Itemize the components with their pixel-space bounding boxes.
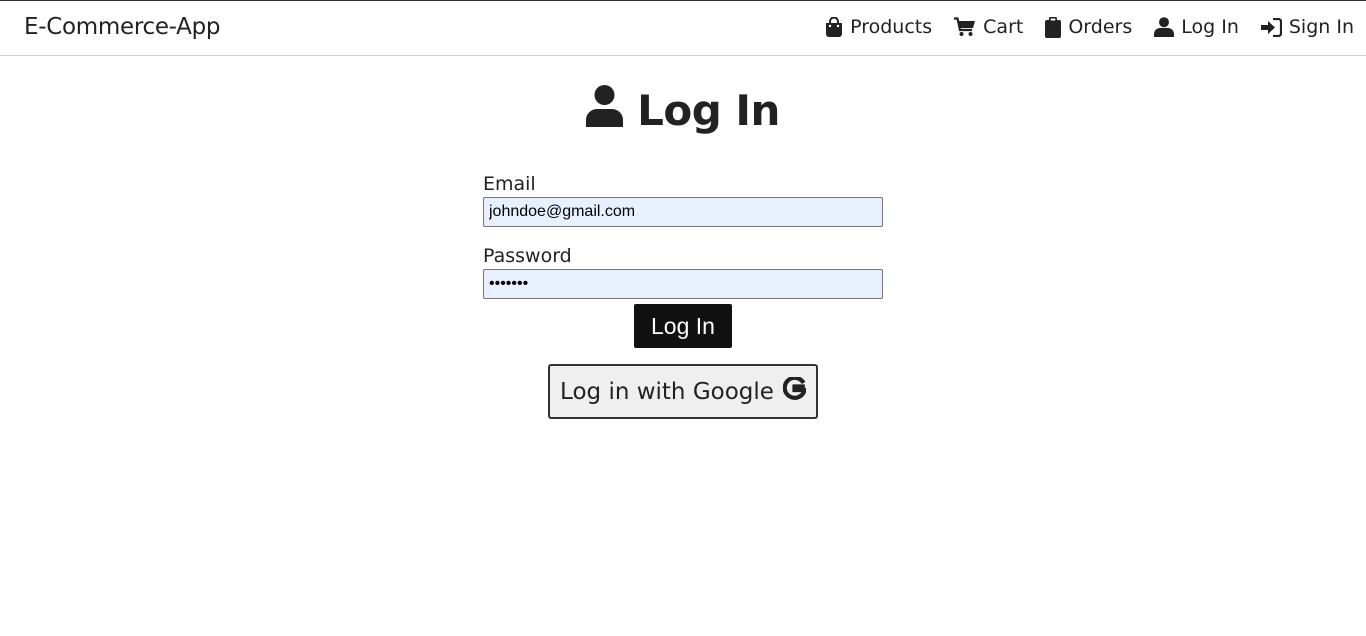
nav-link-login[interactable]: Log In — [1154, 16, 1239, 38]
email-label: Email — [483, 173, 536, 195]
nav-link-label: Orders — [1068, 16, 1133, 38]
google-login-button[interactable]: Log in with Google — [548, 364, 818, 419]
email-field[interactable] — [483, 197, 883, 227]
password-label: Password — [483, 245, 572, 267]
google-login-label: Log in with Google — [560, 378, 774, 405]
google-icon — [782, 375, 808, 406]
login-form: Email Password — [483, 171, 883, 299]
brand-logo[interactable]: E-Commerce-App — [24, 14, 221, 40]
cart-icon — [954, 17, 976, 37]
navbar: E-Commerce-App Products Cart Orders Log … — [0, 0, 1366, 56]
nav-link-products[interactable]: Products — [825, 16, 932, 38]
login-page: Log In Email Password Log In Log in with… — [0, 57, 1366, 636]
nav-link-label: Cart — [983, 16, 1024, 38]
nav-link-label: Products — [850, 16, 933, 38]
nav-link-label: Log In — [1181, 16, 1239, 38]
nav-links: Products Cart Orders Log In Sign In — [825, 16, 1354, 38]
page-title-text: Log In — [637, 85, 780, 135]
nav-link-cart[interactable]: Cart — [954, 16, 1023, 38]
sign-in-icon — [1260, 17, 1282, 37]
nav-link-orders[interactable]: Orders — [1045, 16, 1132, 38]
nav-link-signin[interactable]: Sign In — [1260, 16, 1354, 38]
user-icon — [586, 85, 624, 135]
login-button[interactable]: Log In — [634, 304, 732, 348]
user-icon — [1154, 17, 1175, 37]
nav-link-label: Sign In — [1288, 16, 1354, 38]
clipboard-icon — [1045, 16, 1062, 38]
shopping-bag-icon — [825, 17, 843, 37]
password-field[interactable] — [483, 269, 883, 299]
page-title: Log In — [0, 85, 1366, 135]
